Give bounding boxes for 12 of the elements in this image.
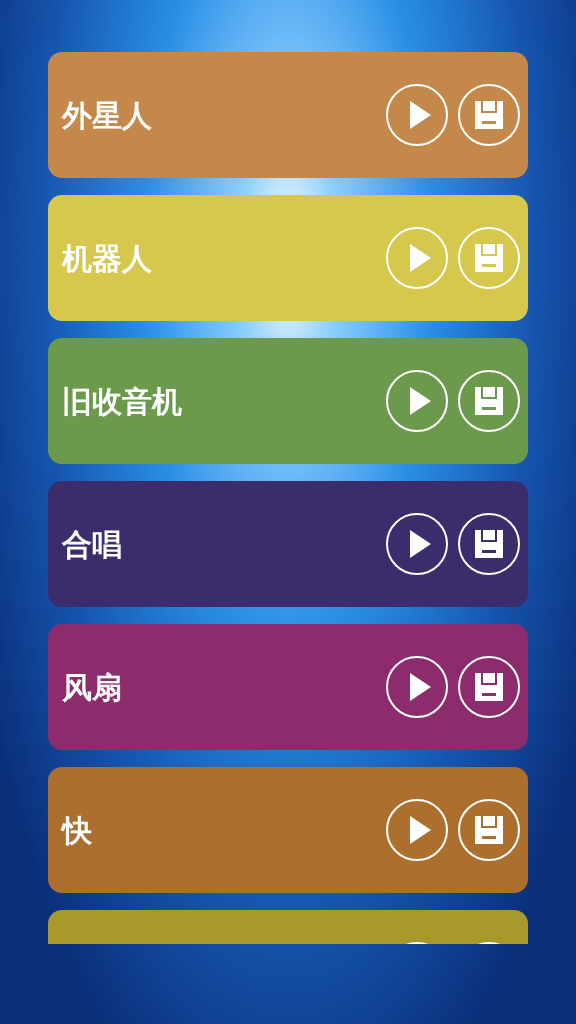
save-button[interactable] [458,656,520,718]
save-button[interactable] [458,513,520,575]
effect-card[interactable]: 合唱 [48,481,528,607]
effect-name: 机器人 [62,239,152,278]
effect-name: 外星人 [62,96,152,135]
effect-name: 合唱 [62,525,122,564]
effect-name: 风扇 [62,668,122,707]
effect-card[interactable]: 风扇 [48,624,528,750]
effect-name: 旧收音机 [62,382,182,421]
play-button[interactable] [386,656,448,718]
play-button[interactable] [386,513,448,575]
effect-name: 快 [62,811,92,850]
